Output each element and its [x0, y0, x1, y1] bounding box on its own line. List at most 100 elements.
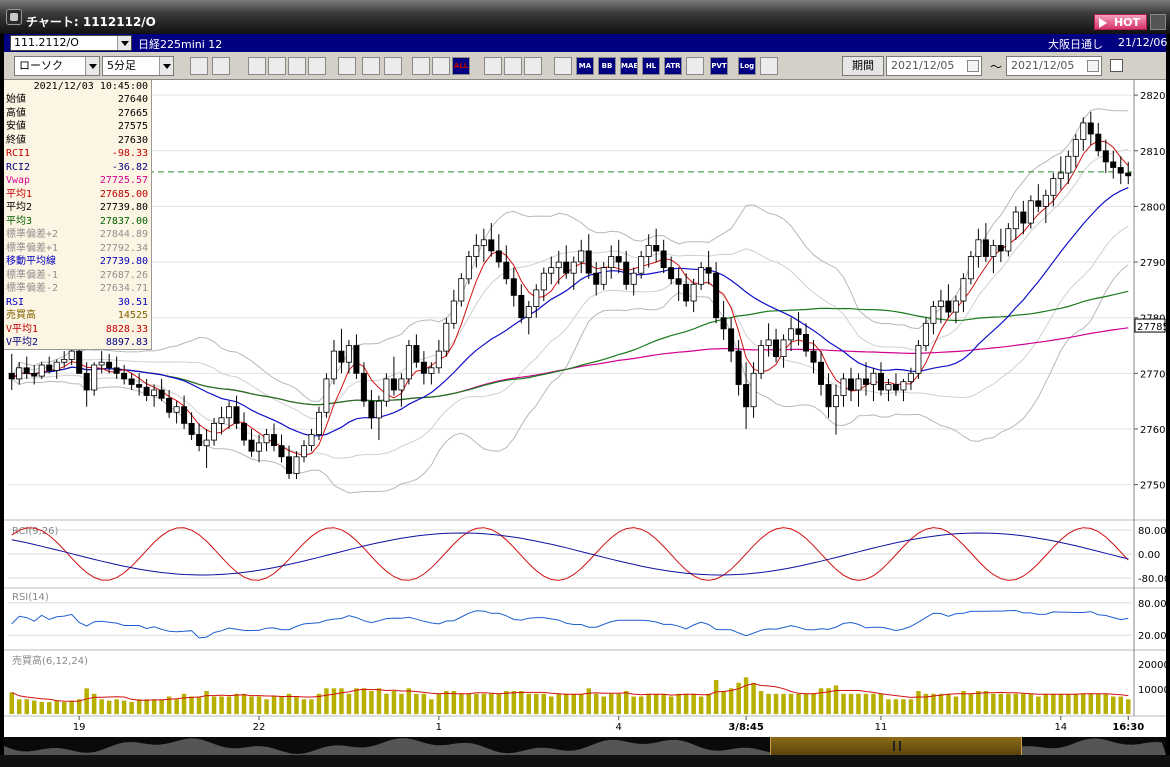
volume-bar [638, 696, 644, 714]
volume-bar [901, 699, 906, 715]
symbol-select[interactable]: 111.2112/O [10, 35, 132, 51]
candle-body [458, 278, 465, 302]
updown-icon[interactable] [288, 57, 306, 75]
volume-bar [159, 699, 164, 715]
candle-body [803, 333, 810, 352]
candle-body [405, 345, 412, 380]
bb-icon[interactable]: BB [598, 57, 616, 75]
data-window-value: 27792.34 [99, 242, 148, 254]
candle-body [788, 328, 795, 341]
candle-body [136, 384, 143, 388]
data-window-row: RSI 30.51 [4, 296, 151, 310]
data-window-label: RCI2 [6, 161, 31, 173]
candle-body [1027, 200, 1034, 224]
calendar-icon[interactable] [967, 60, 979, 72]
hot-button[interactable]: HOT [1094, 14, 1147, 30]
atr-icon[interactable]: ATR [664, 57, 682, 75]
grip-icon[interactable] [893, 741, 901, 751]
cursor-icon[interactable] [212, 57, 230, 75]
volume-bar [489, 693, 494, 715]
pointer-icon[interactable] [362, 57, 380, 75]
candle-body [533, 289, 540, 307]
hl-icon[interactable]: HL [642, 57, 660, 75]
volume-bar [646, 693, 651, 715]
volume-bar [519, 691, 524, 714]
chevron-down-icon[interactable] [159, 57, 173, 75]
down-arrow-icon[interactable] [248, 57, 266, 75]
vwap-line [11, 327, 1129, 406]
chart-area[interactable]: 2820028100280002790027800277002760027500… [4, 80, 1166, 737]
color-icon[interactable] [524, 57, 542, 75]
data-window-label: 平均1 [6, 188, 33, 200]
gear-icon[interactable] [484, 57, 502, 75]
mae-icon[interactable]: MAE [620, 57, 638, 75]
wrench-icon[interactable] [504, 57, 522, 75]
chart-type-select[interactable]: ローソク [14, 56, 100, 76]
candle-body [758, 345, 765, 374]
candle-body [630, 272, 637, 285]
data-window-value: 27739.80 [99, 202, 148, 213]
candle-body [907, 372, 914, 382]
chart-scrollbar[interactable] [4, 737, 1166, 755]
ma-icon[interactable]: MA [576, 57, 594, 75]
zoom-icon[interactable] [190, 57, 208, 75]
pvt-icon[interactable]: PVT [710, 57, 728, 75]
candle-body [166, 397, 173, 413]
chart-canvas[interactable]: 2820028100280002790027800277002760027500… [4, 80, 1166, 737]
calendar-icon[interactable] [1087, 60, 1099, 72]
candle-body [563, 261, 570, 274]
undo-icon[interactable] [384, 57, 402, 75]
candle-body [8, 372, 15, 380]
candle-body [196, 434, 203, 447]
volume-bar [444, 691, 449, 714]
range-checkbox[interactable] [1110, 59, 1123, 72]
data-window-row: 標準偏差-1 27687.26 [4, 269, 151, 283]
indicator-icon[interactable] [554, 57, 572, 75]
volume-bar [841, 693, 846, 715]
data-window-value: 8897.83 [105, 337, 148, 348]
blank-icon[interactable] [308, 57, 326, 75]
start-date-input[interactable]: 2021/12/05 [886, 56, 982, 76]
volume-bar [196, 696, 202, 714]
volume-bar [459, 693, 464, 715]
volume-bar [886, 699, 891, 715]
price-tick-label: 27900 [1140, 258, 1166, 269]
volume-bar [549, 696, 554, 714]
candle-icon[interactable] [412, 57, 430, 75]
data-window-value: -98.33 [111, 148, 148, 159]
end-date-input[interactable]: 2021/12/05 [1006, 56, 1102, 76]
candle-body [743, 384, 750, 408]
volume-bar [976, 691, 981, 714]
toolbar: ローソク 5分足 ALL MA BB MAE HL ATR PVT Log 期間 2021/1… [4, 52, 1166, 80]
scroll-thumb[interactable] [770, 737, 1022, 755]
candle-alt-icon[interactable] [432, 57, 450, 75]
chevron-down-icon[interactable] [117, 36, 131, 50]
candle-body [645, 244, 652, 257]
volume-bar [136, 699, 142, 715]
candle-body [540, 272, 547, 291]
log-icon[interactable]: Log [738, 57, 756, 75]
all-icon[interactable]: ALL [452, 57, 470, 75]
close-icon[interactable] [1150, 14, 1166, 30]
volume-bar [414, 693, 419, 715]
volume-bar [9, 692, 14, 714]
candle-body [435, 350, 442, 369]
ppl-icon[interactable] [686, 57, 704, 75]
timeframe-select[interactable]: 5分足 [102, 56, 174, 76]
pen-icon[interactable] [338, 57, 356, 75]
data-window-value: 30.51 [117, 296, 148, 308]
volume-bar [429, 699, 434, 715]
data-window-value: 14525 [117, 310, 148, 321]
bar-chart-icon[interactable] [268, 57, 286, 75]
volume-bar [474, 693, 479, 715]
export-icon[interactable] [760, 57, 778, 75]
volume-bar [983, 691, 989, 714]
candle-body [1005, 228, 1012, 252]
period-button[interactable]: 期間 [842, 56, 884, 76]
volume-bar [62, 702, 67, 714]
market-session: 大阪日通し [1048, 38, 1103, 51]
volume-bar [241, 693, 247, 715]
candle-body [660, 250, 667, 268]
chevron-down-icon[interactable] [85, 57, 99, 75]
candle-body [937, 300, 944, 307]
